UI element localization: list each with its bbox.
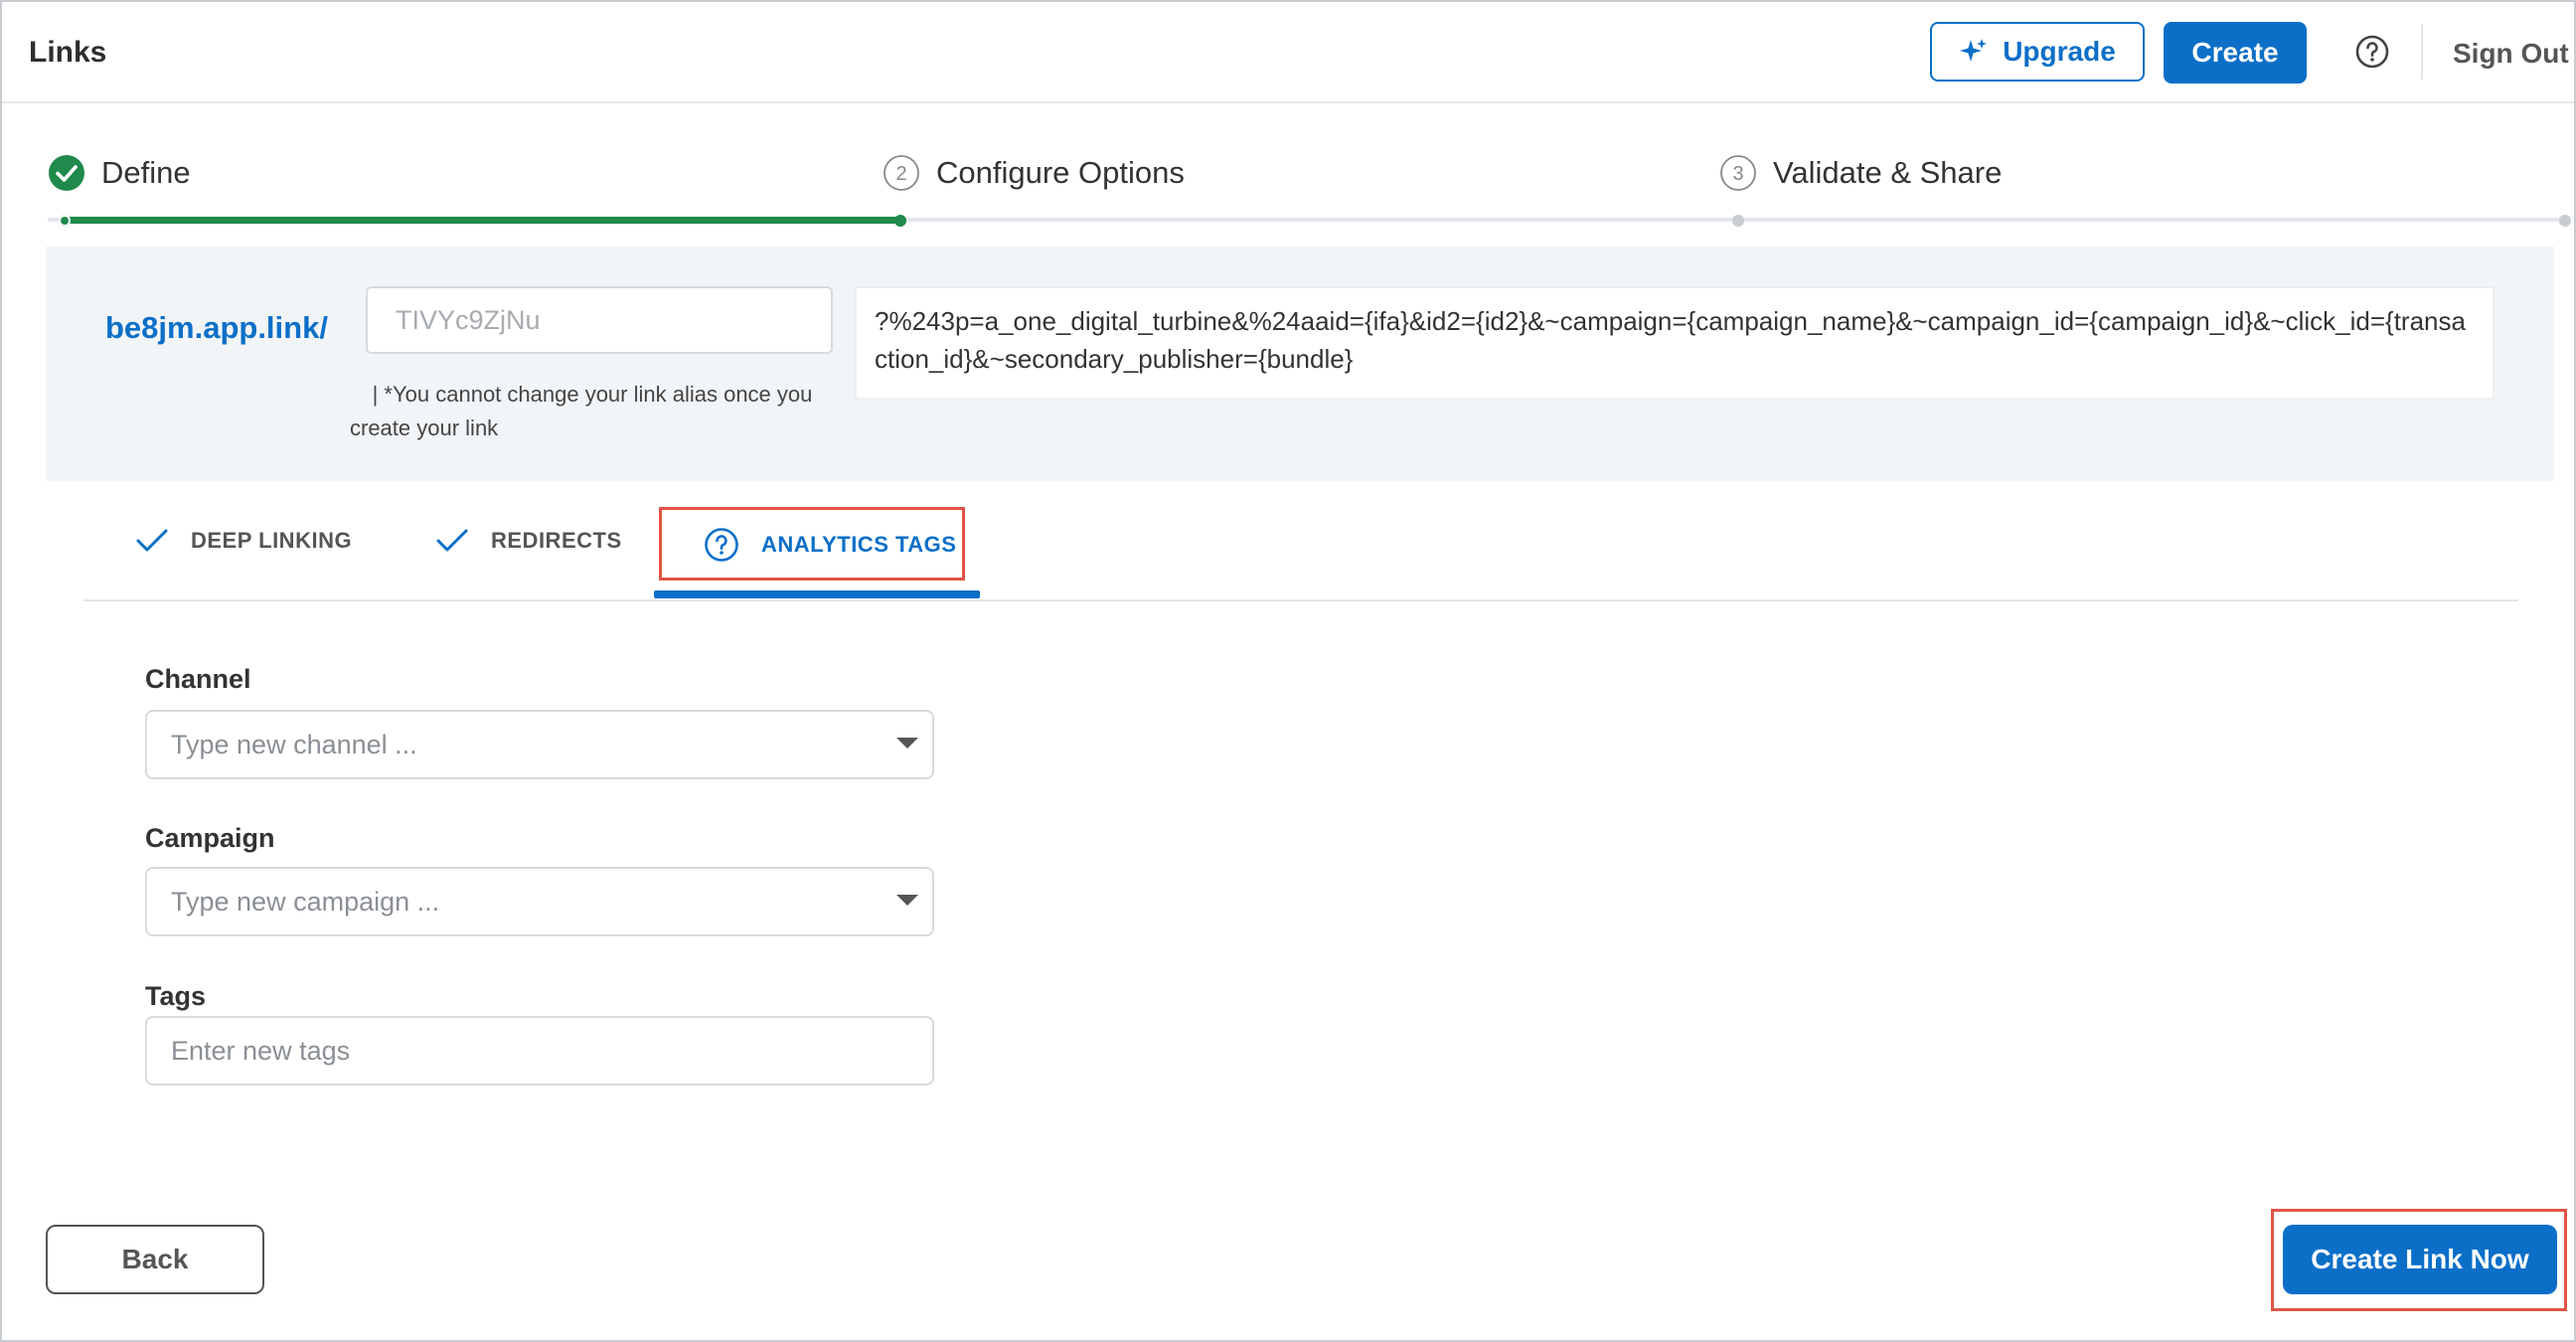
stepper-dot [2559, 215, 2571, 227]
tab-active-indicator [654, 590, 980, 598]
tags-input[interactable] [147, 1018, 970, 1084]
top-header: Links Upgrade Create Sign Out [2, 2, 2574, 103]
back-button[interactable]: Back [46, 1225, 264, 1294]
step-number-icon: 2 [884, 155, 919, 191]
link-panel: be8jm.app.link/ | *You cannot change you… [46, 247, 2554, 481]
channel-combobox[interactable] [145, 710, 934, 779]
query-string-field[interactable]: ?%243p=a_one_digital_turbine&%24aaid={if… [855, 286, 2495, 400]
sparkle-icon [1960, 39, 1988, 62]
campaign-input[interactable] [147, 869, 910, 934]
stepper-dot [1732, 215, 1744, 227]
svg-text:2: 2 [895, 163, 906, 185]
check-icon [436, 529, 468, 552]
alias-note: | *You cannot change your link alias onc… [304, 378, 881, 445]
chevron-down-icon[interactable] [896, 895, 918, 906]
stepper-progress [60, 217, 902, 224]
alias-input[interactable] [366, 286, 833, 354]
help-icon[interactable] [2354, 34, 2390, 70]
tab-highlight-box [659, 507, 965, 581]
upgrade-label: Upgrade [2003, 36, 2116, 67]
campaign-label: Campaign [145, 823, 275, 853]
link-domain: be8jm.app.link/ [105, 310, 328, 345]
window-frame [0, 0, 2576, 1342]
alias-note-line: | *You cannot change your link alias onc… [372, 382, 813, 407]
create-link-now-button[interactable]: Create Link Now [2283, 1225, 2557, 1294]
check-icon [136, 529, 168, 552]
channel-input[interactable] [147, 712, 910, 777]
sign-out-link[interactable]: Sign Out [2453, 38, 2569, 70]
tab-label: REDIRECTS [491, 528, 622, 553]
campaign-combobox[interactable] [145, 867, 934, 936]
stepper-dot [59, 215, 71, 227]
page-title: Links [29, 36, 107, 69]
header-divider [2421, 24, 2423, 80]
chevron-down-icon[interactable] [896, 738, 918, 749]
alias-note-line: create your link [350, 416, 499, 440]
tags-field[interactable] [145, 1016, 970, 1086]
tags-label: Tags [145, 981, 207, 1011]
check-circle-icon [49, 155, 84, 191]
upgrade-button[interactable]: Upgrade [1930, 22, 2145, 82]
step-label: Define [101, 155, 191, 190]
step-label: Validate & Share [1773, 155, 2003, 190]
step-validate-share: 3 Validate & Share [1719, 154, 2002, 192]
tab-label: DEEP LINKING [191, 528, 353, 553]
tabs-divider [83, 599, 2518, 601]
tab-deep-linking[interactable]: DEEP LINKING [135, 527, 352, 555]
svg-text:3: 3 [1732, 163, 1743, 185]
step-number-icon: 3 [1720, 155, 1756, 191]
tab-redirects[interactable]: REDIRECTS [435, 527, 622, 555]
stepper-dot [894, 215, 906, 227]
step-label: Configure Options [936, 155, 1185, 190]
create-button[interactable]: Create [2164, 22, 2307, 84]
step-configure-options: 2 Configure Options [883, 154, 1185, 192]
channel-label: Channel [145, 664, 251, 694]
step-define: Define [48, 154, 191, 192]
